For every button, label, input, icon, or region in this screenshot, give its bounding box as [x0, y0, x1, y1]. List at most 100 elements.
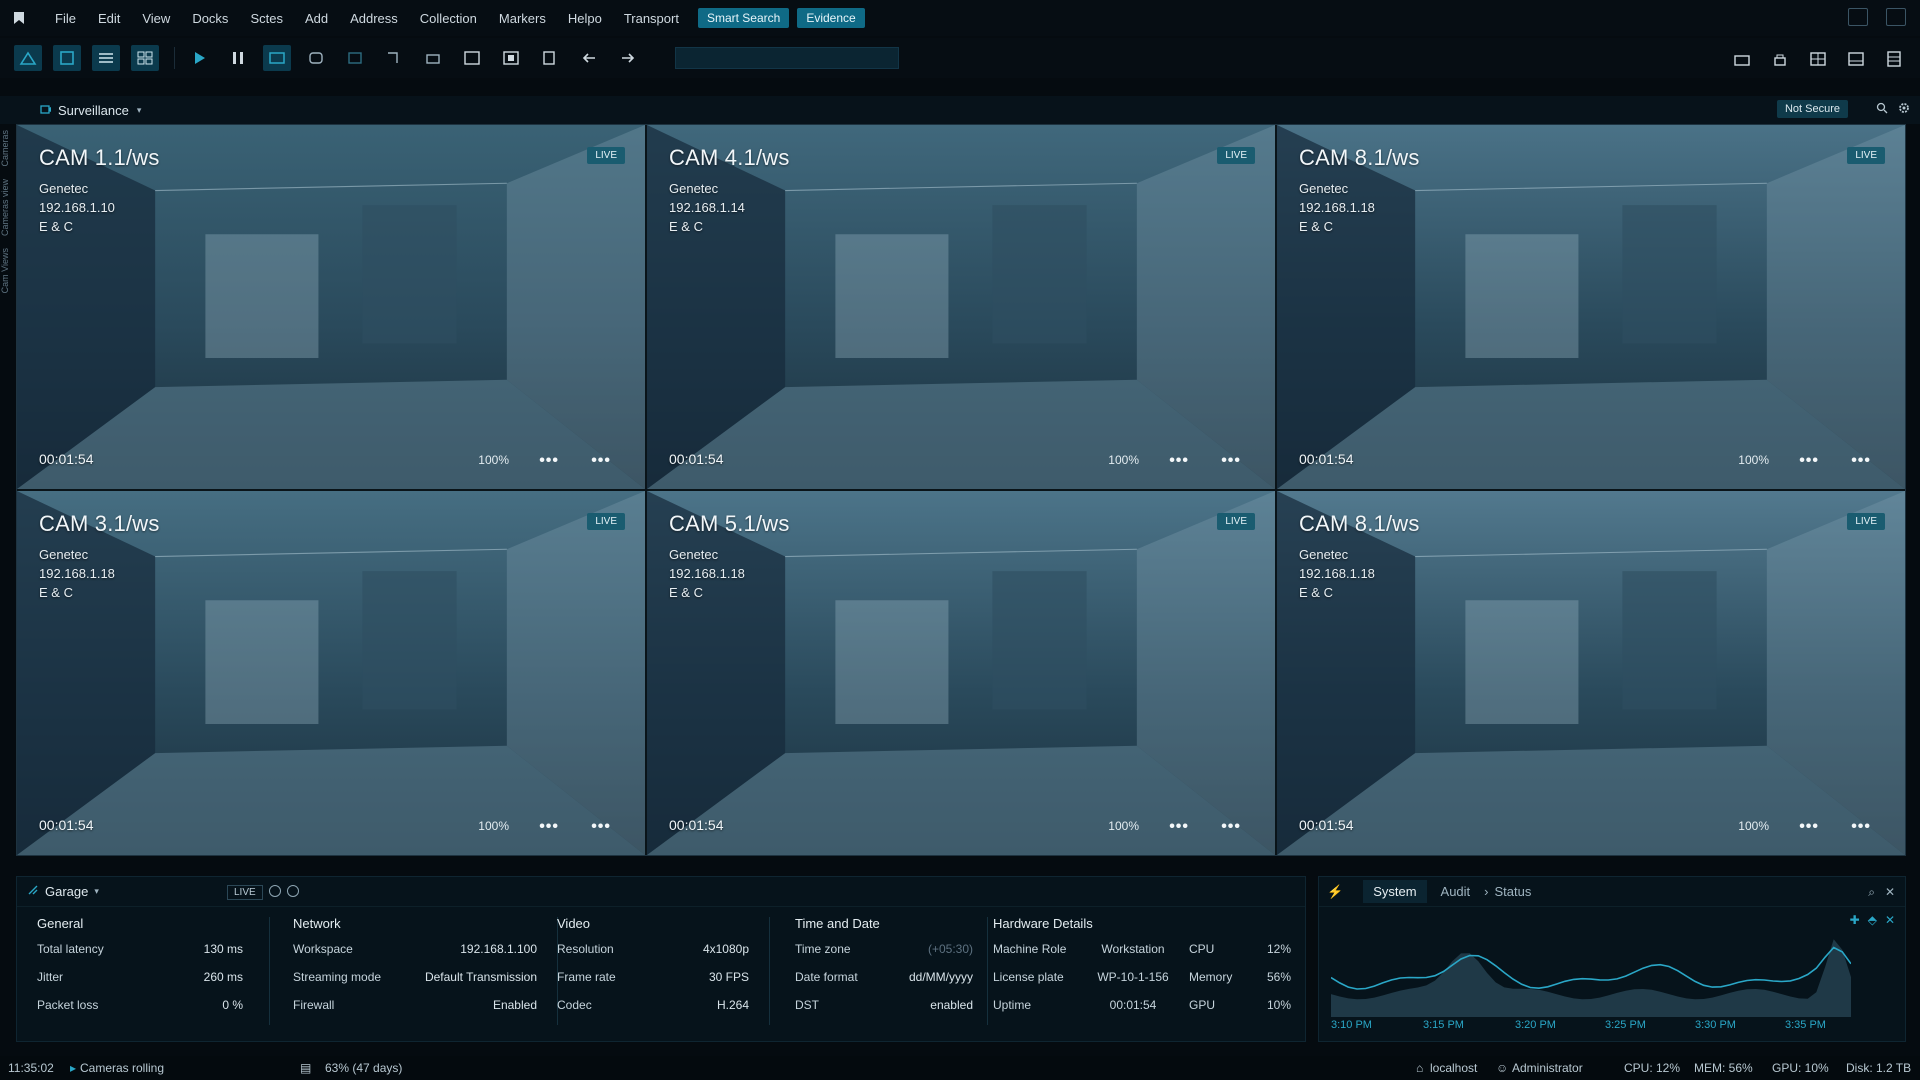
more-options-icon[interactable]: ••• — [1799, 819, 1819, 835]
split-view-icon[interactable] — [1804, 46, 1832, 72]
vertical-tab-cameras-view[interactable]: Cameras view — [0, 179, 10, 236]
briefcase-icon[interactable] — [1728, 46, 1756, 72]
more-options-icon[interactable]: ••• — [1169, 819, 1189, 835]
tab-audit[interactable]: Audit — [1441, 884, 1471, 899]
host-name[interactable]: localhost — [1430, 1061, 1477, 1075]
storage-status[interactable]: 63% (47 days) — [325, 1061, 402, 1075]
camera-tile[interactable]: CAM 8.1/ws Genetec 192.168.1.18 E & C LI… — [1277, 125, 1905, 489]
tile-grid-icon[interactable] — [131, 45, 159, 71]
camera-tile[interactable]: CAM 4.1/ws Genetec 192.168.1.14 E & C LI… — [647, 125, 1275, 489]
more-actions-icon[interactable]: ••• — [1851, 453, 1871, 469]
more-options-icon[interactable]: ••• — [539, 819, 559, 835]
panel-bottom-icon[interactable] — [1842, 46, 1870, 72]
user-name[interactable]: Administrator — [1512, 1061, 1583, 1075]
refresh-icon[interactable] — [269, 885, 281, 897]
arrow-left-icon[interactable] — [575, 45, 603, 71]
system-load-chart — [1331, 939, 1851, 1017]
camera-vendor: Genetec — [669, 547, 719, 562]
live-badge[interactable]: LIVE — [1847, 513, 1885, 530]
more-options-icon[interactable]: ••• — [539, 453, 559, 469]
live-badge[interactable]: LIVE — [587, 147, 625, 164]
menu-view[interactable]: View — [131, 11, 181, 26]
more-options-icon[interactable]: ••• — [1169, 453, 1189, 469]
live-badge[interactable]: LIVE — [587, 513, 625, 530]
zoom-level[interactable]: 100% — [1108, 453, 1139, 467]
arrow-right-icon[interactable] — [614, 45, 642, 71]
garage-title[interactable]: Garage — [45, 884, 88, 899]
app-logo-icon[interactable] — [10, 10, 28, 26]
zoom-level[interactable]: 100% — [1738, 453, 1769, 467]
garage-live-badge[interactable]: LIVE — [227, 885, 263, 900]
more-actions-icon[interactable]: ••• — [1851, 819, 1871, 835]
fullscreen-icon[interactable] — [458, 45, 486, 71]
security-badge[interactable]: Not Secure — [1776, 100, 1848, 118]
surveillance-title[interactable]: Surveillance — [58, 103, 129, 118]
chevron-down-icon[interactable]: ▾ — [137, 105, 142, 116]
zoom-level[interactable]: 100% — [1108, 819, 1139, 833]
zoom-level[interactable]: 100% — [478, 819, 509, 833]
monitor-icon[interactable] — [1848, 8, 1868, 26]
tile-list-icon[interactable] — [92, 45, 120, 71]
chevron-down-icon[interactable]: ▾ — [94, 886, 99, 897]
tile-pin-icon[interactable] — [53, 45, 81, 71]
snapshot-icon[interactable] — [263, 45, 291, 71]
search-icon[interactable] — [1876, 102, 1888, 117]
more-actions-icon[interactable]: ••• — [1221, 453, 1241, 469]
camera-tile[interactable]: CAM 3.1/ws Genetec 192.168.1.18 E & C LI… — [17, 491, 645, 855]
menu-add[interactable]: Add — [294, 11, 339, 26]
toolbar-search-input[interactable] — [675, 47, 899, 69]
vertical-tab-cameras[interactable]: Cameras — [0, 130, 10, 167]
cpu-status: CPU: 12% — [1624, 1061, 1681, 1075]
menu-file[interactable]: File — [44, 11, 87, 26]
camera-tile[interactable]: CAM 5.1/ws Genetec 192.168.1.18 E & C LI… — [647, 491, 1275, 855]
lock-icon[interactable] — [1766, 46, 1794, 72]
record-icon[interactable] — [341, 45, 369, 71]
panel-tiles-icon[interactable] — [1880, 46, 1908, 72]
menu-sites[interactable]: Sctes — [239, 11, 294, 26]
menu-transport[interactable]: Transport — [613, 11, 690, 26]
print-icon[interactable] — [419, 45, 447, 71]
gear-icon[interactable] — [287, 885, 299, 897]
evidence-button[interactable]: Evidence — [797, 8, 865, 28]
layout-icon[interactable] — [497, 45, 525, 71]
close-icon[interactable]: ✕ — [1885, 913, 1895, 927]
tab-status[interactable]: Status — [1495, 884, 1532, 899]
menu-edit[interactable]: Edit — [87, 11, 131, 26]
close-icon[interactable]: ✕ — [1885, 885, 1895, 900]
live-badge[interactable]: LIVE — [1847, 147, 1885, 164]
gear-icon[interactable] — [1898, 102, 1910, 117]
column-divider — [987, 917, 988, 1025]
add-icon[interactable]: ✚ — [1850, 913, 1860, 927]
menu-collection[interactable]: Collection — [409, 11, 488, 26]
pin-icon[interactable]: ⬘ — [1868, 913, 1877, 927]
row-value: 30 FPS — [708, 970, 749, 984]
cycle-icon[interactable] — [302, 45, 330, 71]
document-icon[interactable] — [536, 45, 564, 71]
search-icon[interactable]: ⌕ — [1868, 885, 1875, 900]
zoom-level[interactable]: 100% — [1738, 819, 1769, 833]
menu-help[interactable]: Helpo — [557, 11, 613, 26]
tab-system[interactable]: System — [1363, 880, 1427, 903]
smart-search-button[interactable]: Smart Search — [697, 8, 790, 28]
left-vertical-tabs: Cameras Cameras view Cam Views — [0, 130, 16, 450]
menu-docks[interactable]: Docks — [181, 11, 239, 26]
pause-icon[interactable] — [224, 45, 252, 71]
panel-pin-icon[interactable]: ⚡ — [1327, 884, 1349, 900]
vertical-tab-cam-views[interactable]: Cam Views — [0, 248, 10, 293]
play-icon[interactable] — [185, 45, 213, 71]
menu-markers[interactable]: Markers — [488, 11, 557, 26]
export-icon[interactable] — [380, 45, 408, 71]
tile-add-icon[interactable] — [14, 45, 42, 71]
more-options-icon[interactable]: ••• — [1799, 453, 1819, 469]
camera-tile[interactable]: CAM 8.1/ws Genetec 192.168.1.18 E & C LI… — [1277, 491, 1905, 855]
restore-window-icon[interactable] — [1886, 8, 1906, 26]
live-badge[interactable]: LIVE — [1217, 513, 1255, 530]
more-actions-icon[interactable]: ••• — [591, 453, 611, 469]
live-badge[interactable]: LIVE — [1217, 147, 1255, 164]
more-actions-icon[interactable]: ••• — [1221, 819, 1241, 835]
zoom-level[interactable]: 100% — [478, 453, 509, 467]
camera-tile[interactable]: CAM 1.1/ws Genetec 192.168.1.10 E & C LI… — [17, 125, 645, 489]
camera-meta: Genetec 192.168.1.18 E & C — [669, 545, 745, 602]
more-actions-icon[interactable]: ••• — [591, 819, 611, 835]
menu-address[interactable]: Address — [339, 11, 409, 26]
